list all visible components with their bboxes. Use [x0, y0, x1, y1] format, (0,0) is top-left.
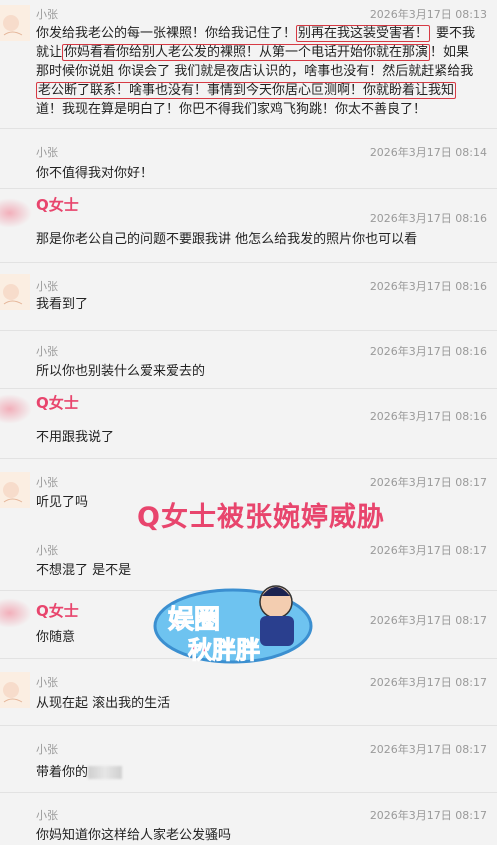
- highlight-box: 你妈看看你给别人老公发的裸照！从第一个电话开始你就在那演: [62, 44, 431, 61]
- message-text: 我看到了: [36, 297, 89, 312]
- sender-name: 小张: [36, 743, 58, 756]
- chat-message: 小张 2026年3月17日 08:16 我看到了: [0, 268, 497, 328]
- sender-name: 小张: [36, 8, 58, 21]
- sender-name: Q女士: [36, 196, 79, 214]
- timestamp: 2026年3月17日 08:16: [369, 345, 487, 358]
- sender-name: 小张: [36, 476, 58, 489]
- chat-message: Q女士 2026年3月17日 08:16 那是你老公自己的问题不要跟我讲 他怎么…: [0, 190, 497, 260]
- message-text: 你不值得我对你好！: [36, 166, 154, 181]
- timestamp: 2026年3月17日 08:13: [369, 8, 487, 21]
- sender-name: 小张: [36, 146, 58, 159]
- sender-name: 小张: [36, 345, 58, 358]
- timestamp: 2026年3月17日 08:16: [369, 212, 487, 225]
- avatar: [0, 198, 32, 228]
- divider: [0, 188, 497, 189]
- avatar: [0, 5, 30, 41]
- sender-name: 小张: [36, 280, 58, 293]
- avatar: [0, 394, 32, 424]
- message-text: 不用跟我说了: [36, 430, 115, 445]
- timestamp: 2026年3月17日 08:17: [369, 614, 487, 627]
- message-text: 所以你也别装什么爱来爱去的: [36, 364, 206, 379]
- divider: [0, 725, 497, 726]
- timestamp: 2026年3月17日 08:17: [369, 743, 487, 756]
- svg-text:秋胖胖: 秋胖胖: [188, 636, 260, 664]
- message-text: 你发给我老公的每一张裸照！你给我记住了！ 别再在我这装受害者！ 要不我 就让 你妈看看…: [36, 25, 476, 117]
- highlight-box: 老公断了联系！啥事也没有！事情到今天你居心叵测啊！你就盼着让我知: [36, 82, 457, 99]
- sender-name: Q女士: [36, 602, 79, 620]
- message-text: 带着你的: [36, 763, 123, 782]
- chat-message: 小张 2026年3月17日 08:17 你妈知道你这样给人家老公发骚吗: [0, 800, 497, 845]
- timestamp: 2026年3月17日 08:16: [369, 280, 487, 293]
- divider: [0, 792, 497, 793]
- redacted-mosaic: [88, 766, 123, 779]
- sender-name: 小张: [36, 544, 58, 557]
- sender-name: 小张: [36, 676, 58, 689]
- avatar: [0, 672, 30, 708]
- message-text: 从现在起 滚出我的生活: [36, 696, 171, 711]
- divider: [0, 128, 497, 129]
- svg-text:娱圈: 娱圈: [168, 605, 220, 635]
- message-text: 不想混了 是不是: [36, 563, 132, 578]
- overlay-caption: Q女士被张婉婷威胁: [137, 502, 385, 533]
- message-text: 你妈知道你这样给人家老公发骚吗: [36, 828, 232, 843]
- chat-message: 小张 2026年3月17日 08:17 从现在起 滚出我的生活: [0, 668, 497, 728]
- timestamp: 2026年3月17日 08:17: [369, 476, 487, 489]
- timestamp: 2026年3月17日 08:16: [369, 410, 487, 423]
- divider: [0, 330, 497, 331]
- avatar: [0, 598, 32, 628]
- avatar: [0, 472, 30, 508]
- chat-message: 小张 2026年3月17日 08:13 你发给我老公的每一张裸照！你给我记住了！…: [0, 0, 497, 125]
- watermark-logo: 娱圈 秋胖胖: [148, 578, 328, 668]
- sender-name: 小张: [36, 809, 58, 822]
- chat-message: 小张 2026年3月17日 08:14 你不值得我对你好！: [0, 134, 497, 194]
- message-text: 听见了吗: [36, 495, 89, 510]
- chat-message: 小张 2026年3月17日 08:16 所以你也别装什么爱来爱去的: [0, 335, 497, 395]
- message-text: 那是你老公自己的问题不要跟我讲 他怎么给我发的照片你也可以看: [36, 232, 418, 247]
- watermark-logo-graphic: 娱圈 秋胖胖: [153, 585, 313, 665]
- highlight-box: 别再在我这装受害者！: [296, 25, 431, 42]
- chat-message: 小张 2026年3月17日 08:17 带着你的: [0, 734, 497, 794]
- timestamp: 2026年3月17日 08:17: [369, 809, 487, 822]
- timestamp: 2026年3月17日 08:14: [369, 146, 487, 159]
- avatar: [0, 274, 30, 310]
- sender-name: Q女士: [36, 394, 79, 412]
- timestamp: 2026年3月17日 08:17: [369, 544, 487, 557]
- chat-message: Q女士 2026年3月17日 08:16 不用跟我说了: [0, 388, 497, 453]
- message-text: 你随意: [36, 630, 76, 645]
- divider: [0, 458, 497, 459]
- timestamp: 2026年3月17日 08:17: [369, 676, 487, 689]
- divider: [0, 262, 497, 263]
